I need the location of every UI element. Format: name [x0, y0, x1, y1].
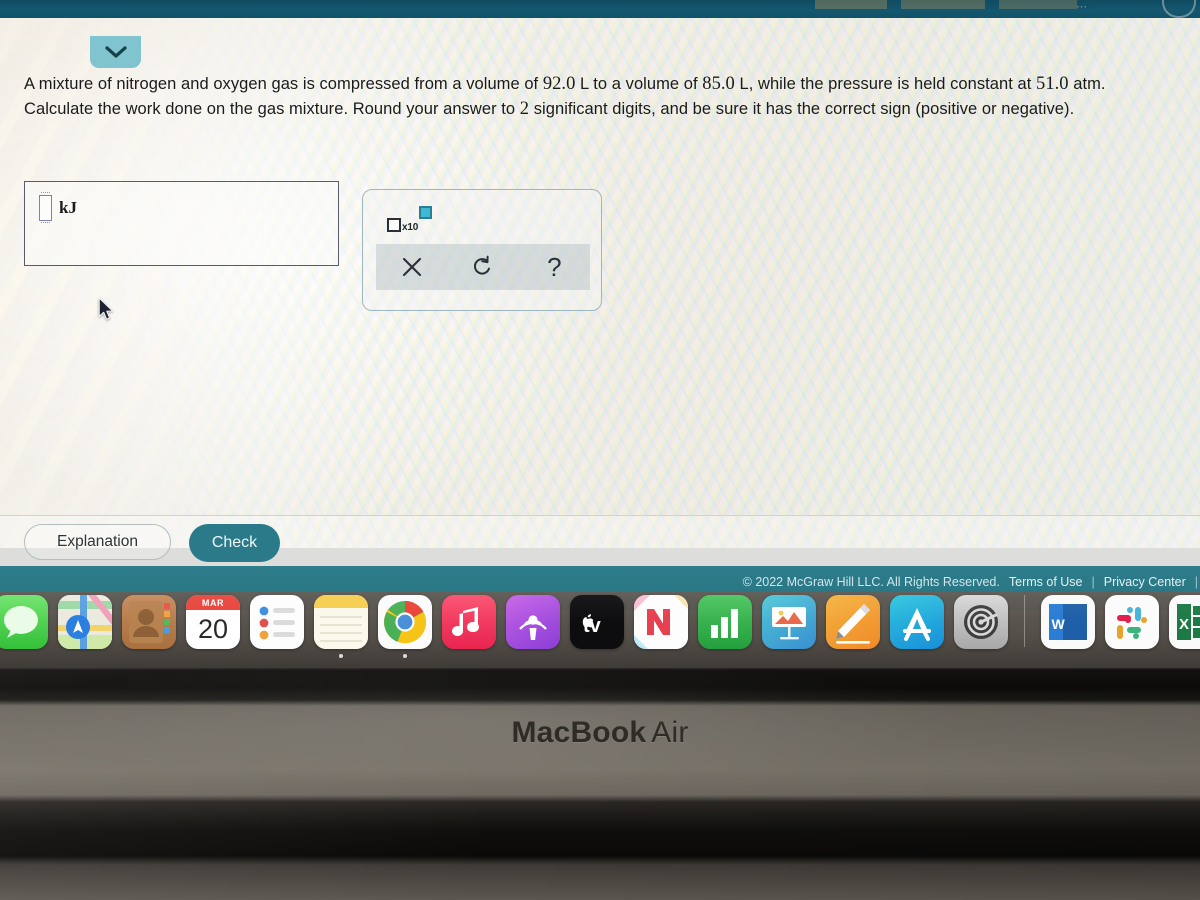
running-indicator-chrome: [403, 654, 407, 658]
footer-separator-1: |: [1091, 575, 1095, 589]
help-question-mark-icon: ?: [547, 251, 562, 282]
terms-of-use-link[interactable]: Terms of Use: [1009, 575, 1083, 589]
dock-item-news[interactable]: [634, 595, 688, 649]
scientific-notation-label: x10: [402, 222, 419, 233]
maps-icon: [58, 595, 112, 649]
dock-item-podcasts[interactable]: [506, 595, 560, 649]
macbook-brand-label: MacBook Air: [0, 716, 1200, 750]
question-text-3: L, while the pressure is held: [734, 75, 946, 93]
excel-icon: X: [1169, 595, 1200, 649]
svg-text:X: X: [1179, 616, 1189, 633]
action-button-bar: Explanation Check: [0, 515, 1200, 566]
copyright-text: © 2022 McGraw Hill LLC. All Rights Reser…: [742, 575, 1000, 589]
answer-input-box[interactable]: kJ: [24, 181, 339, 266]
dock-item-maps[interactable]: [58, 595, 112, 649]
macbook-brand-text: MacBook: [511, 716, 647, 749]
running-indicator-notes: [339, 654, 343, 658]
footer-separator-2: |: [1194, 575, 1198, 589]
chevron-down-icon: [104, 45, 127, 59]
undo-arrow-icon: [470, 254, 496, 280]
calendar-day-label: 20: [197, 614, 229, 644]
laptop-chassis: [0, 660, 1200, 900]
math-tool-palette: x10 ?: [362, 189, 602, 311]
undo-button[interactable]: [447, 244, 518, 290]
news-icon: [634, 595, 688, 649]
dock-item-numbers[interactable]: [698, 595, 752, 649]
question-text-1: A mixture of nitrogen and oxygen gas is …: [24, 75, 543, 93]
browser-tab-strip[interactable]: [815, 0, 1095, 9]
browser-chrome-bar: ⋯: [0, 0, 1200, 18]
question-prompt: A mixture of nitrogen and oxygen gas is …: [24, 72, 1176, 121]
chassis-sheen: [0, 660, 1200, 900]
messages-icon: [0, 595, 48, 649]
dock-item-pages[interactable]: [826, 595, 880, 649]
dock-item-slack[interactable]: [1105, 595, 1159, 649]
dock-item-keynote[interactable]: [762, 595, 816, 649]
question-volume-final: 85.0: [702, 74, 735, 94]
pages-icon: [826, 595, 880, 649]
footer-content: © 2022 McGraw Hill LLC. All Rights Reser…: [743, 575, 1198, 589]
dock-item-notes[interactable]: [314, 595, 368, 658]
dock-item-music[interactable]: [442, 595, 496, 649]
screenshot-root: MacBook Air ⋯ A mixture of nitrogen and o…: [0, 0, 1200, 900]
svg-text:W: W: [1052, 616, 1066, 632]
collapse-panel-tab[interactable]: [90, 36, 141, 68]
keynote-icon: [762, 595, 816, 649]
question-pressure: 51.0: [1036, 74, 1069, 94]
podcasts-icon: [506, 595, 560, 649]
dock-item-apple-tv[interactable]: tv: [570, 595, 624, 649]
macos-dock: MAR 20 W X: [0, 592, 1200, 668]
notes-icon: [314, 595, 368, 649]
answer-unit-label: kJ: [59, 198, 77, 217]
question-text-2: L to a volume of: [575, 75, 703, 93]
answer-input-content: kJ: [39, 192, 77, 223]
word-icon: W: [1041, 595, 1095, 649]
exponent-placeholder-icon: [419, 206, 433, 219]
clear-button[interactable]: [376, 244, 447, 290]
chrome-icon: [378, 595, 432, 649]
macbook-model-text: Air: [651, 716, 689, 749]
calendar-icon: MAR 20: [186, 595, 240, 649]
check-button[interactable]: Check: [189, 524, 280, 562]
laptop-display: ⋯ A mixture of nitrogen and oxygen gas i…: [0, 0, 1200, 668]
question-volume-initial: 92.0: [542, 74, 576, 94]
app-store-icon: [890, 595, 944, 649]
dock-item-word[interactable]: W: [1041, 595, 1095, 649]
web-page-canvas: A mixture of nitrogen and oxygen gas is …: [0, 18, 1200, 610]
mantissa-placeholder-icon: [387, 218, 401, 232]
slack-icon: [1105, 595, 1159, 649]
answer-value-slot[interactable]: [39, 192, 52, 223]
palette-action-row: ?: [376, 244, 590, 290]
reminders-icon: [250, 595, 304, 649]
numbers-icon: [698, 595, 752, 649]
dock-separator: [1024, 595, 1025, 647]
question-text-7: correct sign (positive or negative).: [824, 99, 1075, 118]
screen-corner-reflection: [1162, 0, 1196, 18]
close-icon: [400, 255, 424, 279]
question-sig-figs: 2: [519, 98, 530, 119]
dock-item-contacts[interactable]: [122, 595, 176, 649]
contacts-icon: [122, 595, 176, 649]
dock-item-calendar[interactable]: MAR 20: [186, 595, 240, 649]
question-text-4: constant at: [950, 75, 1037, 93]
dock-item-list: MAR 20 W X: [0, 595, 1200, 658]
dock-item-system-preferences[interactable]: [954, 595, 1008, 649]
calendar-month-label: MAR: [186, 595, 240, 610]
explanation-button[interactable]: Explanation: [24, 524, 171, 560]
dock-item-app-store[interactable]: [890, 595, 944, 649]
dock-item-reminders[interactable]: [250, 595, 304, 649]
dock-item-messages[interactable]: [0, 595, 48, 649]
music-icon: [442, 595, 496, 649]
dock-item-chrome[interactable]: [378, 595, 432, 658]
dock-item-excel[interactable]: X: [1169, 595, 1200, 649]
privacy-center-link[interactable]: Privacy Center: [1104, 575, 1186, 589]
apple-tv-icon: tv: [570, 595, 624, 649]
mouse-cursor: [98, 297, 115, 327]
chrome-status-glyph: ⋯: [1076, 1, 1087, 13]
scientific-notation-button[interactable]: x10: [387, 203, 439, 233]
help-button[interactable]: ?: [519, 244, 590, 290]
question-text-6: significant digits, and be sure it has t…: [529, 99, 821, 118]
gear-icon: [954, 595, 1008, 649]
